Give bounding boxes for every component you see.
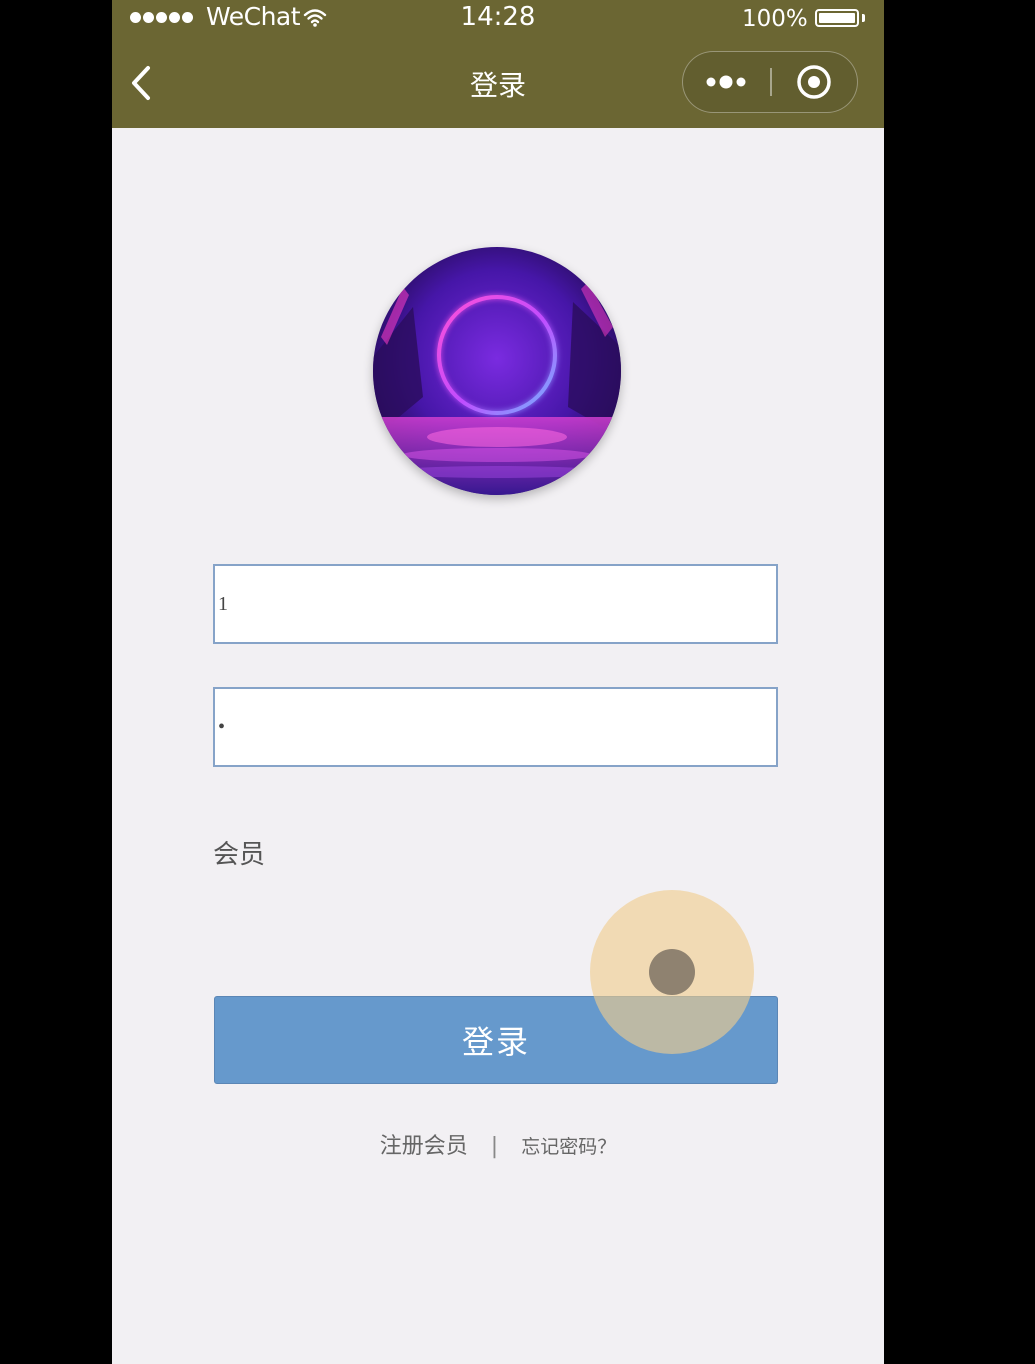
battery-percent: 100% [742,6,808,32]
battery-fill [819,13,855,23]
username-input[interactable] [213,564,778,644]
password-input[interactable] [213,687,778,767]
login-button[interactable]: 登录 [214,996,778,1084]
link-separator: | [490,1134,499,1159]
footer-links: 注册会员 | 忘记密码？ [112,1128,884,1160]
avatar [373,247,621,495]
more-button[interactable] [683,52,770,111]
member-role-label: 会员 [213,840,266,870]
more-dots-icon [706,75,746,89]
battery-icon [815,9,859,27]
record-target-icon [797,65,831,99]
mini-program-capsule [682,51,858,113]
register-link[interactable]: 注册会员 [380,1134,468,1159]
forgot-password-link[interactable]: 忘记密码？ [521,1136,616,1158]
touch-point [649,949,695,995]
top-bar: WeChat 14:28 100% 登录 [112,0,884,128]
close-button[interactable] [772,52,856,111]
battery-tip [862,14,865,22]
neon-ring-avatar [373,247,621,495]
status-bar: WeChat 14:28 100% [112,0,884,38]
phone-screen: WeChat 14:28 100% 登录 1 • 会员 登录 注册会员 | 忘记… [112,0,884,1364]
